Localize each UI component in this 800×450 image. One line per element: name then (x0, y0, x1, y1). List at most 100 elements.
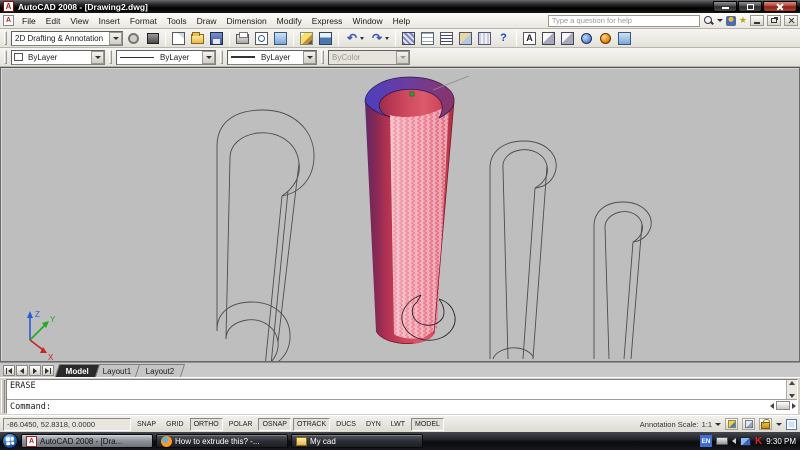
wireframe-cylinder-3[interactable] (593, 201, 652, 360)
plot-preview-button[interactable] (253, 30, 270, 47)
calculator-button[interactable] (476, 30, 493, 47)
menu-help[interactable]: Help (388, 15, 415, 27)
search-icon[interactable] (703, 15, 714, 26)
menu-edit[interactable]: Edit (41, 15, 66, 27)
toggle-grid[interactable]: GRID (162, 418, 188, 431)
match-properties-button[interactable] (317, 30, 334, 47)
language-indicator[interactable]: EN (699, 435, 712, 447)
coordinate-display[interactable]: -86.0450, 52.8318, 0.0000 (3, 417, 131, 431)
plot-button[interactable] (234, 30, 251, 47)
open-button[interactable] (189, 30, 206, 47)
chevron-down-icon[interactable] (109, 31, 122, 45)
command-window-grip[interactable] (1, 380, 5, 413)
printer-tray-icon[interactable] (715, 437, 728, 445)
toggle-osnap[interactable]: OSNAP (258, 417, 291, 431)
taskbar-clock[interactable]: 9:30 PM (766, 437, 796, 446)
model-space[interactable]: Z Y X (1, 68, 799, 361)
annotation-scale-chevron-icon[interactable] (715, 422, 721, 426)
web-button[interactable] (578, 30, 595, 47)
render-button[interactable] (597, 30, 614, 47)
doc-close-button[interactable] (784, 15, 798, 26)
toggle-snap[interactable]: SNAP (133, 418, 160, 431)
toggle-ortho[interactable]: ORTHO (189, 417, 223, 431)
menu-file[interactable]: File (17, 15, 41, 27)
color-dropdown[interactable]: ByLayer (11, 49, 105, 65)
menu-insert[interactable]: Insert (94, 15, 125, 27)
drawing-file-icon[interactable]: A (3, 15, 14, 26)
toggle-polar[interactable]: POLAR (225, 418, 257, 431)
last-tab-button[interactable] (42, 365, 54, 376)
workspace-settings-button[interactable] (125, 30, 142, 47)
drawing-canvas[interactable]: Z Y X (0, 67, 800, 362)
chevron-down-icon[interactable] (202, 50, 215, 64)
toolbar-grip[interactable] (321, 50, 324, 64)
annotation-scale-control[interactable]: Annotation Scale: 1:1 (640, 420, 721, 429)
new-button[interactable] (170, 30, 187, 47)
menu-dimension[interactable]: Dimension (222, 15, 272, 27)
wireframe-cylinder-1[interactable] (216, 109, 315, 361)
command-input[interactable]: Command: (7, 400, 797, 413)
menu-format[interactable]: Format (125, 15, 162, 27)
status-menu-chevron-icon[interactable] (776, 422, 782, 426)
command-history[interactable]: ERASE (7, 380, 797, 400)
menu-tools[interactable]: Tools (162, 15, 192, 27)
menu-view[interactable]: View (65, 15, 93, 27)
toolbar-lock-button[interactable] (759, 418, 772, 430)
doc-minimize-button[interactable] (750, 15, 764, 26)
prev-tab-button[interactable] (16, 365, 28, 376)
undo-chevron-icon[interactable] (359, 36, 364, 40)
chevron-down-icon[interactable] (91, 50, 104, 64)
help-search-input[interactable] (547, 14, 700, 27)
minimize-button[interactable] (713, 1, 737, 12)
antivirus-tray-icon[interactable]: K (755, 436, 762, 447)
orbit-button[interactable] (559, 30, 576, 47)
linetype-dropdown[interactable]: ByLayer (116, 49, 216, 65)
menu-draw[interactable]: Draw (192, 15, 222, 27)
toolbar-grip[interactable] (4, 50, 7, 64)
taskbar-button-mycad[interactable]: My cad (291, 434, 423, 448)
command-history-scrollbar[interactable] (786, 380, 797, 399)
text-style-button[interactable]: A (521, 30, 538, 47)
annotation-autoscale-button[interactable] (742, 418, 755, 430)
command-input-scrollbar[interactable] (770, 401, 796, 410)
autocad-app-icon[interactable]: A (3, 1, 14, 12)
scroll-left-icon[interactable] (770, 402, 774, 409)
toggle-dyn[interactable]: DYN (362, 418, 385, 431)
scroll-right-icon[interactable] (792, 402, 796, 409)
tray-expand-chevron-icon[interactable] (731, 438, 736, 444)
lineweight-dropdown[interactable]: ByLayer (227, 49, 317, 65)
next-tab-button[interactable] (29, 365, 41, 376)
scrollbar-thumb[interactable] (776, 401, 790, 410)
materials-button[interactable] (616, 30, 633, 47)
publish-button[interactable] (272, 30, 289, 47)
start-button[interactable] (2, 433, 18, 449)
tab-layout2[interactable]: Layout2 (134, 364, 186, 377)
search-options-chevron-icon[interactable] (716, 19, 723, 22)
selected-extruded-solid[interactable] (364, 75, 470, 344)
first-tab-button[interactable] (3, 365, 15, 376)
chevron-down-icon[interactable] (303, 50, 316, 64)
toggle-lwt[interactable]: LWT (387, 418, 409, 431)
grip-point[interactable] (409, 91, 415, 97)
redo-chevron-icon[interactable] (384, 36, 389, 40)
toolbar-grip[interactable] (109, 50, 112, 64)
my-workspace-button[interactable] (144, 30, 161, 47)
undo-button[interactable]: ↶ (343, 30, 366, 47)
taskbar-button-autocad[interactable]: A AutoCAD 2008 - [Dra... (21, 434, 153, 448)
toolbar-grip[interactable] (220, 50, 223, 64)
redo-button[interactable]: ↷ (368, 30, 391, 47)
favorites-star-icon[interactable]: ★ (739, 16, 747, 25)
network-tray-icon[interactable] (739, 436, 751, 446)
toggle-model[interactable]: MODEL (411, 417, 444, 431)
toggle-otrack[interactable]: OTRACK (292, 417, 331, 431)
doc-restore-button[interactable] (767, 15, 781, 26)
table-button[interactable] (419, 30, 436, 47)
menu-modify[interactable]: Modify (272, 15, 307, 27)
toolbar-grip[interactable] (4, 31, 7, 45)
pencil-button[interactable] (298, 30, 315, 47)
clean-screen-icon[interactable] (786, 418, 797, 430)
mtext-button[interactable] (438, 30, 455, 47)
communication-center-icon[interactable] (725, 15, 736, 26)
save-button[interactable] (208, 30, 225, 47)
block-button[interactable] (457, 30, 474, 47)
